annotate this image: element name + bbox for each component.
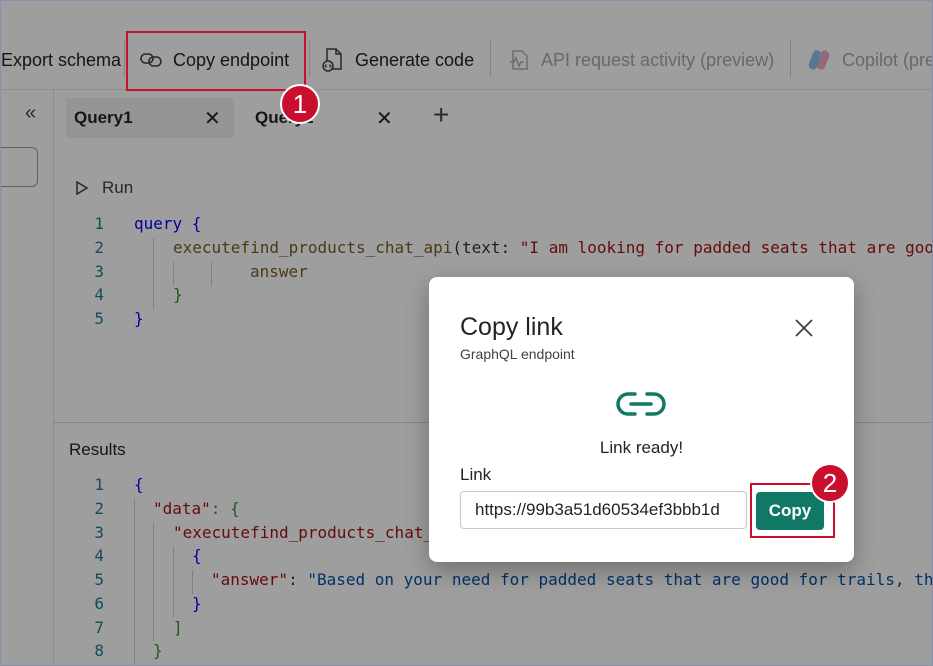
step-badge-1: 1 bbox=[280, 84, 320, 124]
link-field-label: Link bbox=[460, 465, 492, 484]
app-window: Export schema Copy endpoint Generate cod… bbox=[0, 0, 933, 666]
step-badge-2: 2 bbox=[810, 463, 850, 503]
close-icon[interactable] bbox=[793, 317, 815, 339]
link-field[interactable]: https://99b3a51d60534ef3bbb1d bbox=[460, 491, 747, 529]
link-icon bbox=[616, 392, 666, 416]
copy-endpoint-highlight bbox=[126, 31, 306, 91]
dialog-title: Copy link bbox=[460, 313, 563, 341]
dialog-subtitle: GraphQL endpoint bbox=[460, 346, 575, 362]
link-ready-status: Link ready! bbox=[599, 438, 684, 457]
